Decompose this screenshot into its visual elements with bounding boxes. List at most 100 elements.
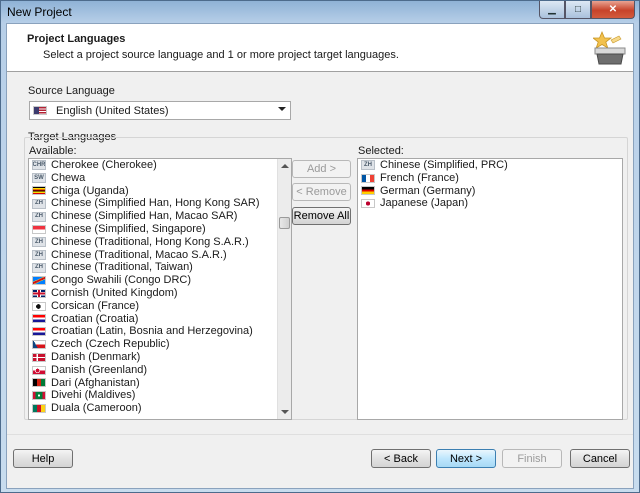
maximize-icon: □	[574, 4, 582, 15]
back-button[interactable]: < Back	[371, 449, 431, 468]
source-language-dropdown[interactable]: English (United States)	[29, 101, 291, 120]
caption-buttons: ▁ □ ✕	[539, 1, 635, 19]
list-item-label: French (France)	[380, 171, 459, 184]
selected-rows: ZH Chinese (Simplified, PRC) French (Franc…	[358, 159, 622, 210]
list-item-label: Chinese (Simplified, PRC)	[380, 159, 508, 171]
list-item[interactable]: Divehi (Maldives)	[29, 389, 291, 402]
list-item-label: Corsican (France)	[51, 299, 140, 312]
language-code-icon: ZH	[32, 249, 46, 260]
list-item-label: German (Germany)	[380, 184, 476, 197]
close-button[interactable]: ✕	[591, 1, 635, 19]
add-button[interactable]: Add >	[292, 160, 351, 178]
list-item-label: Chinese (Simplified Han, Macao SAR)	[51, 210, 238, 223]
list-item[interactable]: Croatian (Croatia)	[29, 313, 291, 326]
source-language-value: English (United States)	[56, 104, 169, 117]
scrollbar-thumb[interactable]	[279, 217, 290, 229]
list-item[interactable]: ZH Chinese (Simplified, PRC)	[358, 159, 622, 172]
list-item-label: Croatian (Croatia)	[51, 312, 139, 325]
list-item[interactable]: Corsican (France)	[29, 300, 291, 313]
list-item-label: Chiga (Uganda)	[51, 184, 129, 197]
list-item[interactable]: Duala (Cameroon)	[29, 402, 291, 415]
corsica-flag-icon	[32, 301, 46, 311]
wizard-footer: Help < Back Next > Finish Cancel	[7, 434, 633, 488]
language-code-icon: ZH	[32, 211, 46, 222]
list-item-label: Chinese (Traditional, Macao S.A.R.)	[51, 248, 227, 261]
list-item-label: Cornish (United Kingdom)	[51, 286, 178, 299]
de-flag-icon	[361, 186, 375, 196]
finish-button[interactable]: Finish	[502, 449, 562, 468]
af-flag-icon	[32, 378, 46, 388]
dk-flag-icon	[32, 352, 46, 362]
minimize-button[interactable]: ▁	[539, 1, 565, 19]
dialog-client: Project Languages Select a project sourc…	[6, 23, 634, 489]
list-item[interactable]: French (France)	[358, 172, 622, 185]
list-item[interactable]: Chinese (Simplified, Singapore)	[29, 223, 291, 236]
scroll-down-icon[interactable]	[281, 410, 289, 414]
list-item-label: Congo Swahili (Congo DRC)	[51, 274, 192, 287]
list-item[interactable]: Danish (Greenland)	[29, 364, 291, 377]
ug-flag-icon	[32, 186, 46, 196]
page-subtitle: Select a project source language and 1 o…	[43, 49, 399, 61]
new-project-window: New Project ▁ □ ✕ Project Languages Sele…	[0, 0, 640, 493]
window-title: New Project	[7, 5, 72, 19]
list-item-label: Japanese (Japan)	[380, 197, 469, 210]
list-item[interactable]: Croatian (Latin, Bosnia and Herzegovina)	[29, 325, 291, 338]
help-button[interactable]: Help	[13, 449, 73, 468]
cm-flag-icon	[32, 404, 46, 414]
remove-all-button[interactable]: Remove All	[292, 207, 351, 225]
list-item-label: Croatian (Latin, Bosnia and Herzegovina)	[51, 325, 253, 338]
language-code-icon: SW	[32, 173, 46, 184]
title-bar[interactable]: New Project ▁ □ ✕	[1, 1, 639, 23]
list-item[interactable]: Chiga (Uganda)	[29, 185, 291, 198]
maximize-button[interactable]: □	[565, 1, 591, 19]
list-item-label: Duala (Cameroon)	[51, 402, 142, 415]
available-languages-list[interactable]: CHR Cherokee (Cherokee) SW Chewa Chiga (Ugan…	[28, 158, 292, 420]
chevron-down-icon[interactable]	[278, 107, 286, 111]
wizard-header: Project Languages Select a project sourc…	[7, 24, 633, 72]
list-item-label: Danish (Denmark)	[51, 350, 141, 363]
list-item[interactable]: Japanese (Japan)	[358, 197, 622, 210]
selected-languages-list[interactable]: ZH Chinese (Simplified, PRC) French (Franc…	[357, 158, 623, 420]
available-rows: CHR Cherokee (Cherokee) SW Chewa Chiga (Ugan…	[29, 159, 291, 415]
gl-flag-icon	[32, 365, 46, 375]
mv-flag-icon	[32, 391, 46, 401]
list-item[interactable]: ZH Chinese (Simplified Han, Macao SAR)	[29, 210, 291, 223]
available-scrollbar[interactable]	[277, 159, 291, 419]
list-item[interactable]: ZH Chinese (Traditional, Taiwan)	[29, 261, 291, 274]
list-item-label: Chewa	[51, 171, 86, 184]
language-code-icon: ZH	[32, 237, 46, 248]
list-item-label: Chinese (Traditional, Hong Kong S.A.R.)	[51, 235, 249, 248]
list-item[interactable]: SW Chewa	[29, 172, 291, 185]
list-item-label: Czech (Czech Republic)	[51, 338, 170, 351]
us-flag-icon	[33, 106, 47, 115]
next-button[interactable]: Next >	[436, 449, 496, 468]
list-item[interactable]: Czech (Czech Republic)	[29, 338, 291, 351]
fr-flag-icon	[361, 173, 375, 183]
list-item[interactable]: Dari (Afghanistan)	[29, 377, 291, 390]
list-item[interactable]: CHR Cherokee (Cherokee)	[29, 159, 291, 172]
list-item[interactable]: Cornish (United Kingdom)	[29, 287, 291, 300]
cancel-button[interactable]: Cancel	[570, 449, 630, 468]
cd-flag-icon	[32, 276, 46, 286]
language-code-icon: CHR	[32, 160, 46, 171]
list-item-label: Chinese (Simplified Han, Hong Kong SAR)	[51, 197, 260, 210]
list-item[interactable]: German (Germany)	[358, 185, 622, 198]
list-item[interactable]: ZH Chinese (Traditional, Hong Kong S.A.R.…	[29, 236, 291, 249]
list-item[interactable]: Danish (Denmark)	[29, 351, 291, 364]
hr-flag-icon	[32, 327, 46, 337]
cz-flag-icon	[32, 340, 46, 350]
list-item[interactable]: Congo Swahili (Congo DRC)	[29, 274, 291, 287]
language-code-icon: ZH	[32, 262, 46, 273]
selected-label: Selected:	[358, 145, 404, 157]
sg-flag-icon	[32, 224, 46, 234]
list-item[interactable]: ZH Chinese (Simplified Han, Hong Kong SAR…	[29, 197, 291, 210]
hr-flag-icon	[32, 314, 46, 324]
source-language-label: Source Language	[28, 85, 115, 97]
page-title: Project Languages	[27, 33, 126, 45]
list-item-label: Divehi (Maldives)	[51, 389, 136, 402]
list-item[interactable]: ZH Chinese (Traditional, Macao S.A.R.)	[29, 249, 291, 262]
remove-button[interactable]: < Remove	[292, 183, 351, 201]
project-wizard-icon	[593, 30, 626, 65]
scroll-up-icon[interactable]	[281, 164, 289, 168]
language-code-icon: ZH	[361, 160, 375, 171]
